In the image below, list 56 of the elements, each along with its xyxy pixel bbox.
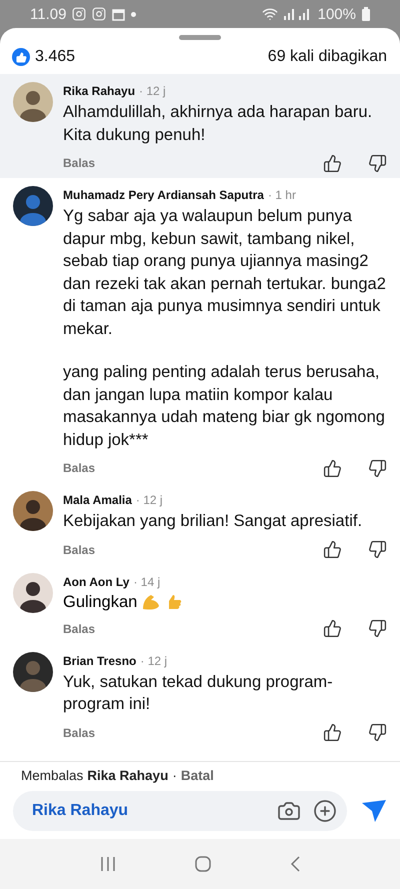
comment-input-field[interactable]: Rika Rahayu — [30, 801, 265, 821]
commenter-name[interactable]: Rika Rahayu — [63, 84, 136, 98]
like-button[interactable] — [323, 619, 342, 638]
replying-to-name: Rika Rahayu — [87, 768, 168, 783]
comment-time: · 12 j — [140, 654, 168, 668]
comment-text: Yuk, satukan tekad dukung program-program ini! — [63, 672, 334, 715]
replying-label: Membalas — [21, 768, 84, 783]
battery-percentage: 100% — [318, 6, 356, 22]
reply-button[interactable]: Balas — [63, 156, 96, 170]
dislike-button[interactable] — [368, 540, 387, 559]
comment-text: Yg sabar aja ya walaupun belum punya dapur mbg, kebun sawit, tambang nikel, sebab tiap orang punya ujiannya masing2 dan rezeki tak akan pernah tertukar. bunga2 di taman aja punya musimnya sendiri untuk mekar. — [63, 206, 387, 340]
comment-field[interactable]: Rika Rahayu — [13, 791, 347, 831]
recent-apps-icon[interactable] — [100, 856, 116, 872]
signal-icon — [284, 8, 312, 20]
reply-button[interactable]: Balas — [63, 542, 96, 556]
dot-icon — [131, 12, 136, 16]
comment-text: Gulingkan — [63, 592, 138, 612]
commenter-name[interactable]: Muhamadz Pery Ardiansah Saputra — [63, 188, 264, 202]
comment-text: Kebijakan yang brilian! Sangat apresiatif. — [63, 511, 364, 532]
back-icon[interactable] — [290, 856, 300, 872]
instagram-icon — [72, 7, 86, 21]
reply-button[interactable]: Balas — [63, 726, 96, 740]
separator-dot: · — [172, 768, 177, 783]
comment-time: · 14 j — [133, 574, 160, 588]
comment-time: · 12 j — [136, 493, 163, 507]
add-icon[interactable] — [313, 799, 337, 823]
dislike-button[interactable] — [368, 154, 387, 172]
drag-handle[interactable] — [179, 35, 221, 40]
commenter-name[interactable]: Aon Aon Ly — [63, 574, 130, 588]
calendar-icon — [112, 8, 126, 20]
home-icon[interactable] — [194, 856, 211, 872]
reply-button[interactable]: Balas — [63, 461, 96, 475]
battery-icon — [362, 7, 370, 21]
like-button[interactable] — [323, 723, 342, 742]
dislike-button[interactable] — [368, 458, 387, 478]
commenter-name[interactable]: Brian Tresno — [63, 654, 136, 668]
dislike-button[interactable] — [368, 619, 387, 638]
camera-icon[interactable] — [277, 799, 301, 823]
instagram-icon — [92, 7, 106, 21]
comment-text: Alhamdulillah, akhirnya ada harapan baru. Kita dukung penuh! — [63, 102, 374, 146]
like-button[interactable] — [323, 154, 342, 172]
comment-time: · 12 j — [139, 84, 166, 98]
dislike-button[interactable] — [368, 723, 387, 742]
reply-button[interactable]: Balas — [63, 622, 96, 636]
like-icon — [12, 48, 30, 66]
send-icon[interactable] — [361, 799, 387, 823]
comment-text: yang paling penting adalah terus berusaha, dan jangan lupa matiin kompor kalau masakannya udah mateng biar gk ngomong hidup jok*** — [63, 362, 386, 450]
comment-time: · 1 hr — [268, 188, 296, 202]
share-count[interactable]: 69 kali dibagikan — [268, 48, 387, 66]
wifi-icon — [262, 6, 278, 22]
like-button[interactable] — [323, 458, 342, 478]
reaction-count: 3.465 — [35, 48, 76, 66]
cancel-link[interactable]: Batal — [180, 768, 214, 783]
like-button[interactable] — [323, 540, 342, 559]
commenter-name[interactable]: Mala Amalia — [63, 493, 132, 507]
status-time: 11.09 — [30, 6, 66, 22]
